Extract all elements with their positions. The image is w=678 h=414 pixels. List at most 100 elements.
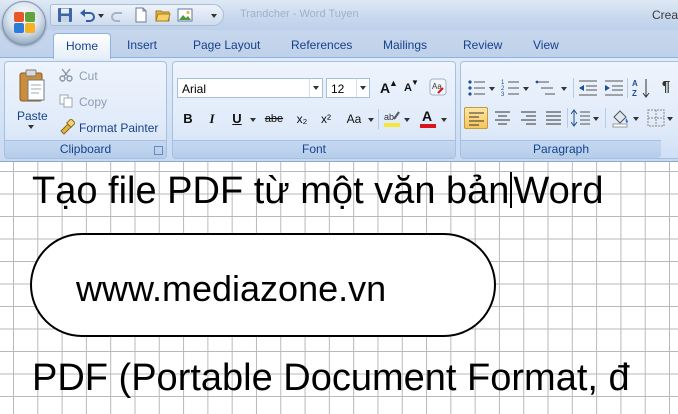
quick-access-toolbar (50, 4, 224, 26)
shrink-font-button[interactable]: A ▼ (397, 77, 419, 99)
font-family-select[interactable]: Arial (177, 78, 323, 98)
numbering-dropdown-icon[interactable] (523, 87, 529, 94)
format-painter-icon (60, 119, 75, 135)
align-center-icon[interactable] (495, 111, 511, 125)
underline-button[interactable]: U (226, 108, 248, 130)
undo-dropdown-icon[interactable] (98, 14, 104, 21)
document-heading[interactable]: Tạo file PDF từ một văn bản Word (32, 170, 604, 213)
font-color-button[interactable]: A (417, 108, 439, 130)
underline-dropdown-icon[interactable] (250, 118, 256, 125)
tab-home[interactable]: Home (53, 33, 111, 59)
title-bar: Trandcher - Word Tuyen Creat (0, 0, 678, 30)
svg-text:3: 3 (501, 92, 505, 98)
separator (573, 78, 574, 98)
tab-view[interactable]: View (533, 38, 559, 52)
ribbon: Paste Cut Copy Format Painter Clipboard … (0, 57, 678, 161)
align-right-icon[interactable] (521, 111, 537, 125)
separator (567, 108, 568, 128)
rounded-rectangle-shape[interactable]: www.mediazone.vn (30, 233, 496, 337)
office-logo-icon (14, 12, 36, 34)
bullets-icon[interactable] (467, 78, 489, 98)
customize-toolbar-icon[interactable] (211, 14, 217, 21)
tab-page-layout[interactable]: Page Layout (193, 38, 260, 52)
paste-dropdown-icon[interactable] (28, 125, 34, 132)
clipboard-dialog-launcher-icon[interactable] (154, 146, 163, 155)
svg-text:Z: Z (632, 89, 637, 98)
paste-button[interactable]: Paste (9, 65, 55, 135)
italic-button[interactable]: I (201, 108, 223, 130)
decrease-indent-icon[interactable] (577, 78, 599, 98)
window-title: Creat (652, 8, 678, 22)
separator (605, 108, 606, 128)
shape-url-text: www.mediazone.vn (76, 268, 387, 309)
line-spacing-icon[interactable] (571, 109, 591, 127)
grow-font-button[interactable]: A ▲ (374, 77, 398, 99)
multilevel-dropdown-icon[interactable] (561, 87, 567, 94)
highlighter-icon: ab (384, 111, 400, 127)
tab-review[interactable]: Review (463, 38, 502, 52)
cut-button[interactable]: Cut (57, 67, 117, 85)
font-family-value: Arial (182, 82, 207, 96)
show-formatting-marks-icon[interactable]: ¶ (655, 78, 677, 98)
window-title-ghost: Trandcher - Word Tuyen (240, 8, 359, 20)
format-painter-label: Format Painter (79, 121, 159, 135)
save-icon[interactable] (57, 7, 73, 23)
clear-formatting-icon: Aa (429, 78, 447, 96)
font-group: Arial 12 A ▲ A ▼ Aa B I U abe x₂ x² Aa a… (172, 61, 456, 159)
numbering-icon[interactable]: 1 2 3 (501, 78, 523, 98)
picture-icon[interactable] (177, 7, 193, 23)
align-left-button[interactable] (464, 107, 488, 129)
paste-icon (19, 69, 45, 102)
line-spacing-dropdown-icon[interactable] (593, 117, 599, 124)
sort-icon[interactable]: A Z (631, 77, 653, 99)
increase-indent-icon[interactable] (603, 78, 625, 98)
paste-label: Paste (17, 109, 48, 123)
bold-button[interactable]: B (177, 108, 199, 130)
redo-icon[interactable] (111, 7, 127, 23)
document-body-text[interactable]: PDF (Portable Document Format, đ (32, 357, 630, 400)
multilevel-list-icon[interactable] (535, 78, 559, 98)
highlight-dropdown-icon[interactable] (404, 118, 410, 125)
paragraph-group: 1 2 3 A Z ¶ Paragraph (460, 61, 678, 159)
scissors-icon (59, 68, 73, 82)
bullets-dropdown-icon[interactable] (489, 87, 495, 94)
separator (627, 78, 628, 98)
office-button[interactable] (2, 1, 46, 45)
new-document-icon[interactable] (133, 7, 149, 23)
strikethrough-button[interactable]: abe (260, 108, 288, 130)
open-folder-icon[interactable] (155, 7, 171, 23)
copy-button[interactable]: Copy (57, 93, 117, 111)
highlight-color-button[interactable]: ab (381, 108, 403, 130)
align-left-icon (469, 112, 484, 126)
tab-references[interactable]: References (291, 38, 352, 52)
clipboard-group: Paste Cut Copy Format Painter Clipboard (4, 61, 167, 159)
borders-icon[interactable] (647, 109, 665, 127)
font-size-value: 12 (331, 82, 345, 96)
tab-mailings[interactable]: Mailings (383, 38, 427, 52)
shading-dropdown-icon[interactable] (633, 117, 639, 124)
undo-icon[interactable] (79, 7, 95, 23)
font-color-dropdown-icon[interactable] (441, 118, 447, 125)
clear-formatting-button[interactable]: Aa (426, 76, 450, 98)
chevron-down-icon (356, 79, 369, 97)
font-group-label: Font (173, 140, 455, 158)
copy-icon (59, 94, 73, 108)
subscript-button[interactable]: x₂ (291, 108, 313, 130)
svg-text:ab: ab (384, 112, 394, 122)
superscript-button[interactable]: x² (315, 108, 337, 130)
separator (378, 109, 379, 129)
paragraph-group-label: Paragraph (461, 140, 661, 158)
copy-label: Copy (79, 95, 108, 109)
shading-icon[interactable] (611, 108, 631, 128)
chevron-down-icon (309, 79, 322, 97)
font-size-select[interactable]: 12 (326, 78, 370, 98)
format-painter-button[interactable]: Format Painter (57, 119, 165, 137)
clipboard-group-label: Clipboard (5, 140, 166, 158)
borders-dropdown-icon[interactable] (667, 117, 673, 124)
tab-insert[interactable]: Insert (127, 38, 157, 52)
document-canvas[interactable]: Tạo file PDF từ một văn bản Word www.medi… (0, 161, 678, 414)
change-case-dropdown-icon[interactable] (368, 118, 374, 125)
justify-icon[interactable] (546, 111, 562, 125)
shrink-arrow-icon: ▼ (411, 78, 419, 87)
change-case-button[interactable]: Aa (341, 108, 367, 130)
